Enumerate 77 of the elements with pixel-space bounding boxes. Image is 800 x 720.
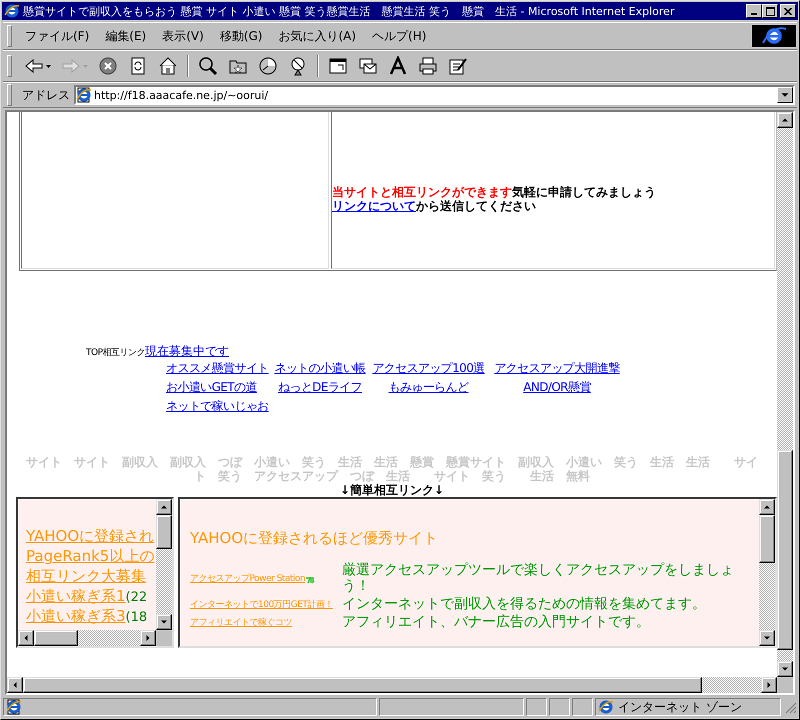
link[interactable]: 現在募集中です (145, 343, 230, 360)
link-count: (18 (126, 610, 148, 625)
scroll-thumb[interactable] (34, 630, 78, 646)
link[interactable]: リンクについて (332, 199, 416, 213)
envelope-icon (358, 56, 378, 76)
link[interactable]: アクセスアップ大開進撃 (494, 361, 620, 375)
zone-label: インターネット ゾーン (618, 698, 742, 716)
scroll-up-button[interactable] (759, 499, 775, 515)
link[interactable]: お小遣いGETの道 (166, 380, 257, 394)
scroll-thumb[interactable] (156, 515, 172, 549)
dropdown-button[interactable] (777, 87, 793, 103)
minimize-button[interactable] (746, 4, 762, 18)
scroll-down-button[interactable] (759, 630, 775, 646)
globe-icon (598, 699, 614, 715)
history-icon (258, 56, 278, 76)
scroll-thumb[interactable] (759, 515, 775, 563)
close-icon (784, 8, 792, 14)
menu-item[interactable]: お気に入り(A) (271, 26, 364, 46)
menu-item[interactable]: ヘルプ(H) (365, 26, 434, 46)
description: アフィリエイト、バナー広告の入門サイトです。 (342, 614, 651, 630)
status-panel (526, 698, 547, 716)
home-icon (158, 56, 178, 76)
menu-item[interactable]: 表示(V) (155, 26, 211, 46)
address-label: アドレス (22, 86, 70, 104)
status-panel (549, 698, 570, 716)
label: TOP相互リンク (86, 348, 146, 359)
address-box[interactable]: http://f18.aaacafe.ne.jp/~oorui/ (74, 85, 795, 105)
back-arrow-icon (24, 56, 44, 76)
window-icon (328, 56, 348, 76)
link[interactable]: もみゅーらんど (388, 380, 468, 394)
horizontal-scrollbar[interactable] (18, 630, 156, 646)
search-icon (198, 56, 218, 76)
description: インターネットで副収入を得るための情報を集めてます。 (342, 596, 707, 612)
notepad-pencil-icon (448, 56, 468, 76)
scroll-up-button[interactable] (156, 499, 172, 515)
scroll-right-button[interactable] (140, 630, 156, 646)
forward-arrow-icon (61, 56, 81, 76)
vertical-scrollbar[interactable] (759, 499, 775, 646)
font-icon (388, 56, 408, 76)
link[interactable]: ネットで稼いじゃお (166, 399, 269, 413)
notice-text: 当サイトと相互リンクができます気軽に申請してみましょう (332, 185, 656, 199)
scroll-left-button[interactable] (18, 630, 34, 646)
printer-icon (418, 56, 438, 76)
scrollbar-corner (777, 677, 793, 693)
menu-item[interactable]: ファイル(F) (18, 26, 96, 46)
link[interactable]: ネットの小遣い帳 (274, 361, 366, 375)
vertical-scrollbar[interactable] (777, 112, 793, 677)
maximize-button[interactable] (762, 4, 778, 18)
resize-grip-icon (783, 700, 797, 714)
maximize-icon (766, 6, 774, 16)
scroll-down-button[interactable] (777, 661, 793, 677)
link[interactable]: オススメ懸賞サイト (166, 361, 269, 375)
link[interactable]: アクセスアップ100選 (372, 361, 485, 375)
page-icon (6, 699, 22, 715)
minimize-icon (751, 13, 757, 15)
vertical-scrollbar[interactable] (156, 499, 172, 630)
menu-item[interactable]: 編集(E) (98, 26, 154, 46)
browser-icon (4, 3, 20, 19)
window-title: 懸賞サイトで副収入をもらおう 懸賞 サイト 小遣い 懸賞 笑う懸賞生活 懸賞生活 笑う 懸賞 生活 - Microsoft Internet Explorer (23, 4, 676, 18)
status-panel (572, 698, 593, 716)
menu-item[interactable]: 移動(G) (212, 26, 270, 46)
scroll-up-button[interactable] (777, 112, 793, 128)
description: 厳選アクセスアップツールで楽しくアクセスアップをしましょう！ (342, 562, 735, 594)
link[interactable]: AND/OR懸賞 (523, 380, 591, 394)
heading: YAHOOに登録されるほど優秀サイト (190, 529, 440, 548)
stop-icon (98, 56, 118, 76)
link-count: (22 (126, 590, 148, 605)
scroll-thumb[interactable] (777, 450, 793, 650)
scroll-left-button[interactable] (7, 677, 23, 693)
scroll-down-button[interactable] (156, 614, 172, 630)
scroll-right-button[interactable] (761, 677, 777, 693)
notice-text: から送信してください (416, 199, 536, 213)
page-icon (76, 87, 92, 103)
section-title: ↓簡単相互リンク↓ (338, 483, 446, 497)
scrollbar-corner (156, 630, 172, 646)
link[interactable]: ねっとDEライフ (278, 380, 362, 394)
close-button[interactable] (780, 4, 796, 18)
